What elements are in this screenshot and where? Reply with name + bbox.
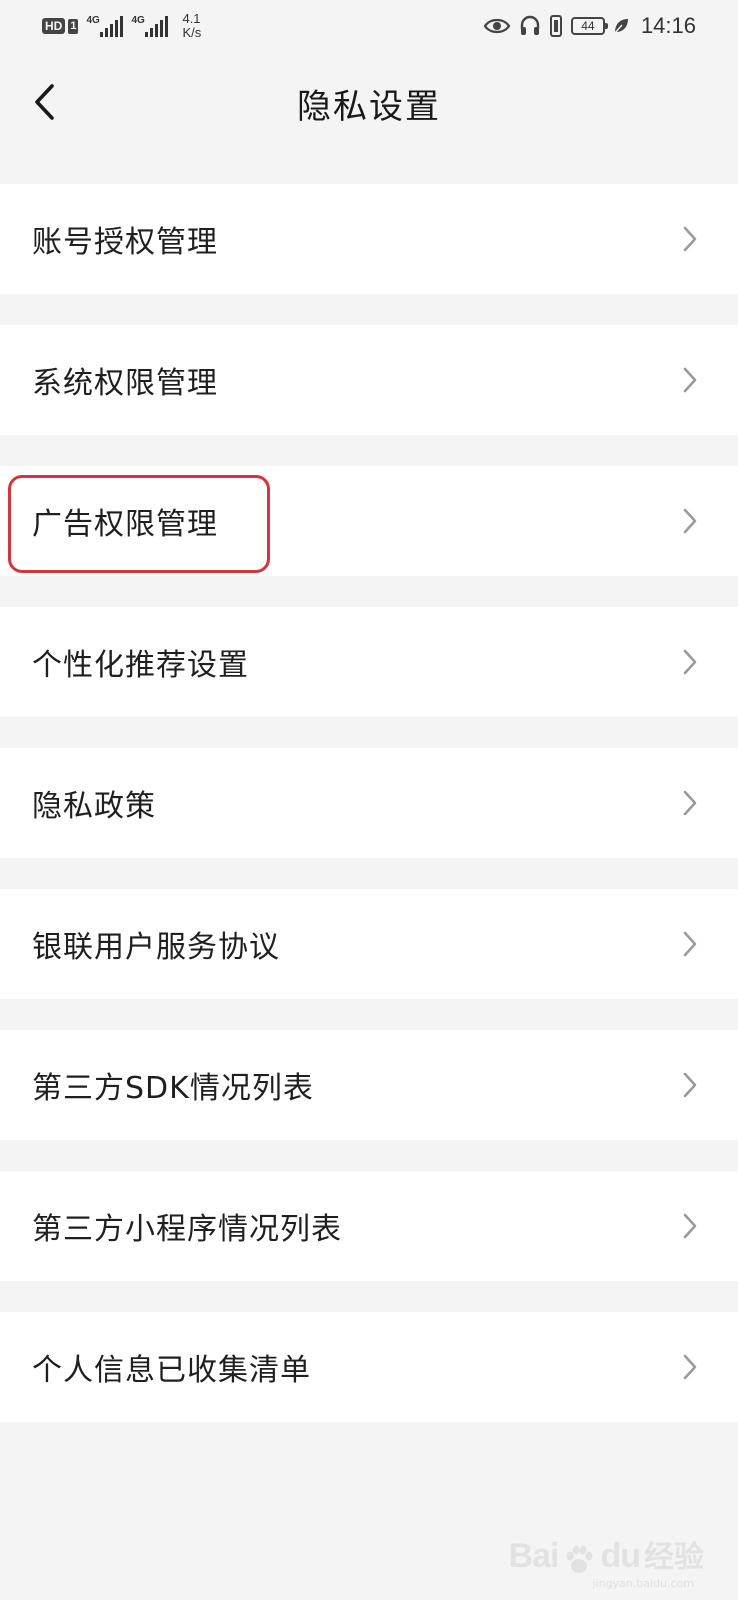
paw-icon (566, 1545, 593, 1573)
header: 隐私设置 (0, 52, 738, 156)
item-label: 隐私政策 (32, 789, 156, 824)
item-label: 银联用户服务协议 (32, 930, 280, 965)
list-item-unionpay-agreement[interactable]: 银联用户服务协议 (0, 889, 738, 999)
item-label: 个人信息已收集清单 (32, 1353, 311, 1388)
list-item-account-authorization[interactable]: 账号授权管理 (0, 184, 738, 294)
item-label: 第三方小程序情况列表 (32, 1212, 342, 1247)
item-label: 广告权限管理 (32, 507, 218, 542)
chevron-right-icon (680, 1352, 700, 1382)
chevron-right-icon (680, 506, 700, 536)
chevron-right-icon (680, 647, 700, 677)
back-button[interactable] (24, 78, 64, 126)
list-item-collected-personal-info[interactable]: 个人信息已收集清单 (0, 1312, 738, 1422)
hd-badge: HD (42, 18, 66, 34)
network-type-2: 4G (131, 15, 145, 26)
watermark-url: jingyan.baidu.com (592, 1577, 694, 1590)
screen: HD 1 4G 4G 4.1 K/s 44 14:16 隐私设置 账号授权管理 … (0, 0, 738, 1600)
chevron-right-icon (680, 929, 700, 959)
watermark-logo-suffix: du (600, 1537, 641, 1575)
battery-icon: 44 (570, 17, 608, 35)
list-item-third-party-sdk[interactable]: 第三方SDK情况列表 (0, 1030, 738, 1140)
network-type-1: 4G (86, 15, 100, 26)
page-title: 隐私设置 (297, 86, 441, 127)
watermark-text: 经验 (644, 1540, 704, 1575)
watermark-logo: Bai (508, 1537, 560, 1575)
item-label: 账号授权管理 (32, 225, 218, 260)
sim-badge: 1 (68, 18, 79, 34)
list-item-third-party-mini-programs[interactable]: 第三方小程序情况列表 (0, 1171, 738, 1281)
list-item-ad-permissions[interactable]: 广告权限管理 (0, 466, 738, 576)
chevron-right-icon (680, 1070, 700, 1100)
settings-list: 账号授权管理 系统权限管理 广告权限管理 个性化推荐设置 隐私政策 银联用户服务… (0, 184, 738, 1453)
list-item-system-permissions[interactable]: 系统权限管理 (0, 325, 738, 435)
status-right: 44 14:16 (483, 13, 696, 39)
leaf-icon (613, 17, 629, 35)
status-left: HD 1 4G 4G 4.1 K/s (42, 12, 201, 40)
eye-icon (483, 17, 511, 35)
item-label: 个性化推荐设置 (32, 648, 249, 683)
chevron-right-icon (680, 1211, 700, 1241)
vibrate-icon (549, 15, 563, 37)
list-item-privacy-policy[interactable]: 隐私政策 (0, 748, 738, 858)
status-bar: HD 1 4G 4G 4.1 K/s 44 14:16 (0, 0, 738, 52)
signal-icon-2: 4G (131, 15, 169, 37)
baidu-watermark: Bai du 经验 jingyan.baidu.com (508, 1532, 704, 1590)
signal-icon-1: 4G (86, 15, 124, 37)
chevron-right-icon (680, 788, 700, 818)
speed-unit: K/s (182, 25, 202, 40)
network-speed: 4.1 K/s (182, 12, 201, 40)
speed-value: 4.1 (182, 11, 201, 26)
clock: 14:16 (640, 13, 696, 38)
chevron-left-icon (35, 84, 54, 120)
headphone-icon (519, 15, 541, 37)
item-label: 系统权限管理 (32, 366, 218, 401)
chevron-right-icon (680, 224, 700, 254)
item-label: 第三方SDK情况列表 (32, 1071, 314, 1106)
list-item-personalized-recommendation[interactable]: 个性化推荐设置 (0, 607, 738, 717)
chevron-right-icon (680, 365, 700, 395)
